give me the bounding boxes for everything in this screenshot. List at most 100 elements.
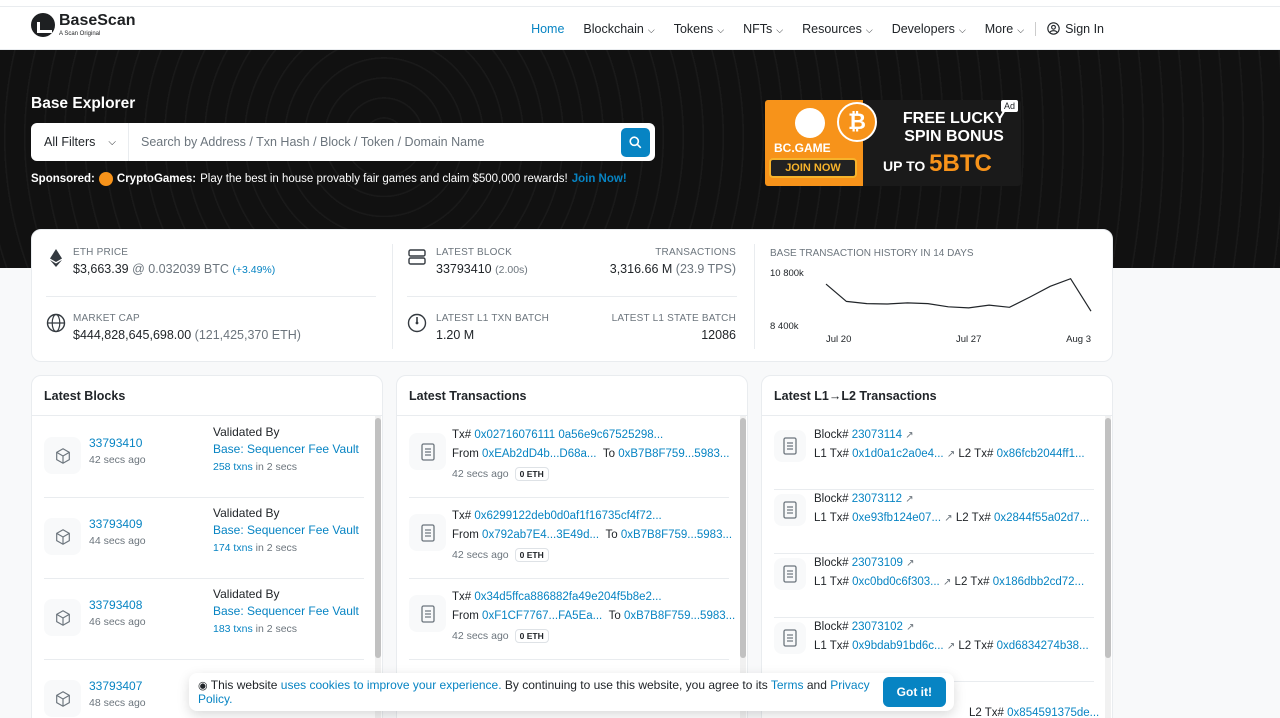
search-button[interactable]	[621, 127, 650, 157]
document-icon	[774, 622, 806, 654]
block-link[interactable]: 23073112	[852, 493, 902, 505]
data-point[interactable]	[987, 303, 991, 307]
data-point[interactable]	[926, 302, 930, 306]
l2-tx-link[interactable]: 0x86fcb2044ff1...	[997, 448, 1085, 460]
txns-link[interactable]: 174 txns	[213, 542, 253, 554]
validator-link[interactable]: Base: Sequencer Fee Vault	[213, 441, 359, 458]
nav-resources[interactable]: Resources ⌵	[802, 22, 873, 36]
nav-tokens[interactable]: Tokens ⌵	[674, 22, 724, 36]
data-point[interactable]	[1048, 284, 1052, 288]
validated-by-label: Validated By	[213, 425, 280, 439]
from-address-link[interactable]: 0xF1CF7767...FA5Ea...	[482, 610, 602, 622]
basescan-logo[interactable]: BaseScan A Scan Original	[31, 13, 136, 37]
data-point[interactable]	[1089, 309, 1093, 313]
eth-price-value: $3,663.39 @ 0.032039 BTC (+3.49%)	[73, 262, 276, 276]
chevron-down-icon: ⌵	[717, 24, 725, 35]
list-item: Tx# 0x6299122deb0d0af1f16735cf4f72... Fr…	[409, 507, 732, 579]
block-number-link[interactable]: 33793408	[89, 598, 142, 612]
tx-hash-link[interactable]: 0x02716076111 0a56e9c67525298...	[474, 429, 663, 441]
l1-tx-link[interactable]: 0xc0bd0c6f303...	[852, 576, 940, 588]
cookie-accept-button[interactable]: Got it!	[882, 677, 946, 707]
block-link[interactable]: 23073114	[852, 429, 902, 441]
validator-link[interactable]: Base: Sequencer Fee Vault	[213, 603, 359, 620]
tx-label: Tx#	[452, 429, 472, 441]
data-point[interactable]	[885, 302, 889, 306]
nav-blockchain[interactable]: Blockchain ⌵	[583, 22, 654, 36]
document-icon	[409, 595, 446, 632]
block-number-link[interactable]: 33793410	[89, 436, 142, 450]
from-address-link[interactable]: 0x792ab7E4...3E49d...	[482, 529, 599, 541]
nav-developers[interactable]: Developers ⌵	[892, 22, 966, 36]
l2-tx-link[interactable]: 0xd6834274b38...	[997, 640, 1089, 652]
l1-txn-batch-value[interactable]: 1.20 M	[436, 328, 549, 342]
external-link-icon[interactable]: ↗	[947, 449, 955, 460]
data-point[interactable]	[906, 301, 910, 305]
nav-more[interactable]: More ⌵	[985, 22, 1024, 36]
ad-join-button[interactable]: JOIN NOW	[769, 158, 857, 178]
data-point[interactable]	[865, 302, 869, 306]
from-label: From	[452, 448, 479, 460]
external-link-icon[interactable]: ↗	[905, 430, 913, 441]
l2-tx-link[interactable]: 0x2844f55a02d7...	[994, 512, 1089, 524]
to-address-link[interactable]: 0xB7B8F759...5983...	[621, 529, 732, 541]
sign-in-link[interactable]: Sign In	[1047, 22, 1104, 36]
nav-nfts[interactable]: NFTs ⌵	[743, 22, 783, 36]
txns-link[interactable]: 183 txns	[213, 623, 253, 635]
l1-tx-link[interactable]: 0xe93fb124e07...	[852, 512, 941, 524]
nav-home[interactable]: Home	[531, 22, 564, 36]
transactions-value[interactable]: 3,316.66 M (23.9 TPS)	[610, 262, 736, 276]
external-link-icon[interactable]: ↗	[906, 622, 914, 633]
external-link-icon[interactable]: ↗	[906, 558, 914, 569]
external-link-icon[interactable]: ↗	[944, 513, 952, 524]
l1-state-batch-value[interactable]: 12086	[612, 328, 736, 342]
from-address-link[interactable]: 0xEAb2dD4b...D68a...	[482, 448, 596, 460]
search-input[interactable]: Search by Address / Txn Hash / Block / T…	[129, 135, 621, 149]
l2-tx-label: L2 Tx#	[958, 640, 994, 652]
latest-block-link[interactable]: 33793410	[436, 262, 492, 276]
filter-dropdown[interactable]: All Filters ⌵	[31, 123, 129, 161]
site-header: BaseScan A Scan Original Home Blockchain…	[0, 7, 1280, 50]
to-address-link[interactable]: 0xB7B8F759...5983...	[624, 610, 735, 622]
external-link-icon[interactable]: ↗	[947, 641, 955, 652]
block-link[interactable]: 23073102	[852, 621, 903, 633]
cookies-link[interactable]: uses cookies to improve your experience.	[281, 678, 502, 692]
to-address-link[interactable]: 0xB7B8F759...5983...	[618, 448, 729, 460]
validator-link[interactable]: Base: Sequencer Fee Vault	[213, 522, 359, 539]
ad-badge: Ad	[1000, 100, 1018, 112]
y-tick-label: 10 800k	[770, 268, 804, 279]
data-point[interactable]	[1069, 277, 1073, 281]
block-number-link[interactable]: 33793407	[89, 679, 142, 693]
ad-banner[interactable]: BC.GAME JOIN NOW ₿ FREE LUCKY SPIN BONUS…	[765, 100, 1021, 186]
external-link-icon[interactable]: ↗	[905, 494, 913, 505]
l1-tx-link[interactable]: 0x9bdab91bd6c...	[852, 640, 943, 652]
data-point[interactable]	[824, 282, 828, 286]
l1-tx-link[interactable]: 0x1d0a1c2a0e4...	[852, 448, 943, 460]
data-point[interactable]	[967, 306, 971, 310]
tx-hash-link[interactable]: 0x6299122deb0d0af1f16735cf4f72...	[474, 510, 661, 522]
cookie-and: and	[806, 678, 827, 692]
txns-link[interactable]: 258 txns	[213, 461, 253, 473]
block-link[interactable]: 23073109	[852, 557, 903, 569]
sponsor-join-link[interactable]: Join Now!	[572, 173, 627, 185]
tx-label: Tx#	[452, 591, 472, 603]
latest-block-value: 33793410 (2.00s)	[436, 262, 528, 276]
l2-tx-link[interactable]: 0x854591375de...	[1007, 707, 1099, 718]
cookie-text-before: This website	[210, 678, 278, 692]
scrollbar[interactable]	[1105, 416, 1111, 718]
validated-by-label: Validated By	[213, 587, 280, 601]
l2-tx-link[interactable]: 0x186dbb2cd72...	[993, 576, 1084, 588]
data-point[interactable]	[1007, 305, 1011, 309]
transaction-history-chart[interactable]: 10 800k 8 400k Jul 20 Jul 27 Aug 3	[766, 262, 1106, 352]
sponsored-line: Sponsored: CryptoGames: Play the best in…	[31, 172, 627, 186]
terms-link[interactable]: Terms	[771, 678, 804, 692]
eth-value-badge: 0 ETH	[514, 629, 549, 643]
external-link-icon[interactable]: ↗	[943, 577, 951, 588]
data-point[interactable]	[1028, 295, 1032, 299]
block-time: 46 secs ago	[89, 616, 146, 628]
tx-hash-link[interactable]: 0x34d5ffca886882fa49e204f5b8e2...	[474, 591, 661, 603]
block-number-link[interactable]: 33793409	[89, 517, 142, 531]
cookie-banner: ◉ This website uses cookies to improve y…	[189, 673, 954, 711]
data-point[interactable]	[946, 305, 950, 309]
data-point[interactable]	[844, 299, 848, 303]
series-line[interactable]	[825, 277, 1092, 312]
